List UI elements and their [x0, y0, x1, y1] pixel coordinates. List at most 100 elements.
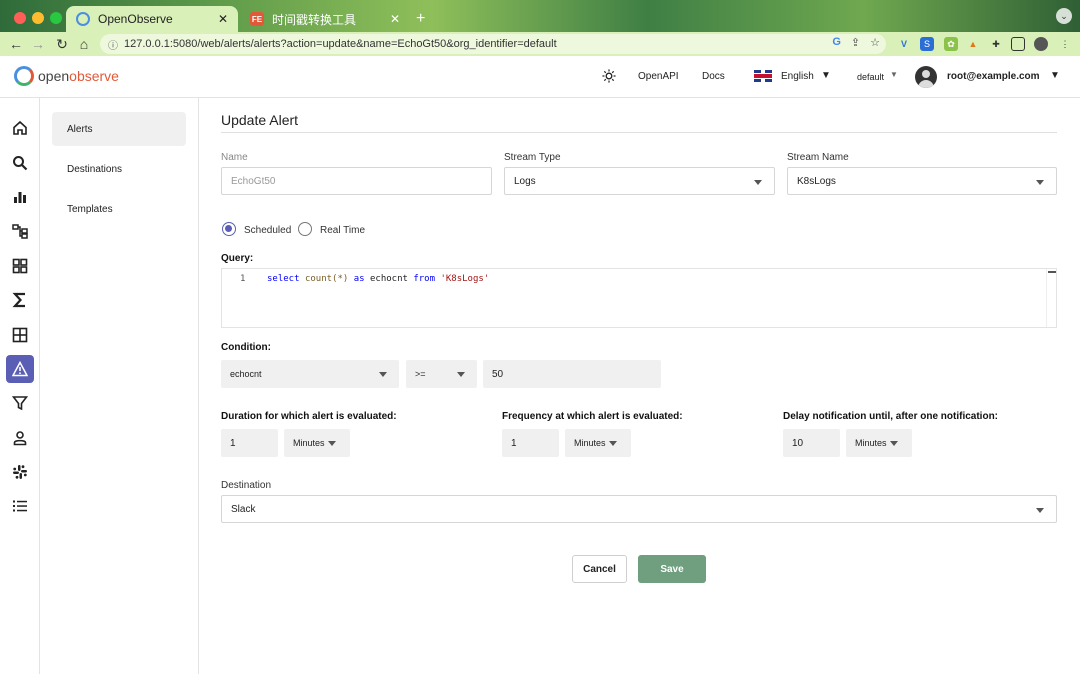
subnav-item-alerts[interactable]: Alerts	[52, 112, 186, 146]
s-extension-icon[interactable]: S	[920, 37, 934, 51]
reload-icon[interactable]: ↻	[54, 36, 70, 53]
nav-functions-sigma-icon[interactable]	[6, 286, 34, 314]
user-caret-icon[interactable]: ▼	[1050, 70, 1060, 81]
editor-scrollbar[interactable]	[1046, 269, 1056, 327]
condition-operator-value: >=	[415, 369, 426, 379]
new-tab-button[interactable]: +	[416, 10, 425, 28]
condition-operator-select[interactable]: >=	[406, 360, 477, 388]
frequency-unit-select[interactable]: Minutes	[565, 429, 631, 457]
delay-unit-value: Minutes	[855, 438, 887, 448]
nav-list-icon[interactable]	[6, 492, 34, 520]
destination-value: Slack	[231, 503, 256, 515]
chevron-down-icon	[1036, 508, 1044, 513]
openobserve-favicon	[76, 12, 90, 26]
user-avatar[interactable]	[915, 66, 937, 88]
stream-name-value: K8sLogs	[797, 175, 836, 187]
openobserve-logo[interactable]: open observe	[14, 66, 119, 86]
chevron-down-icon	[609, 441, 617, 446]
duration-label: Duration for which alert is evaluated:	[221, 411, 397, 422]
nav-alerts-warning-icon[interactable]	[6, 355, 34, 383]
docs-link[interactable]: Docs	[702, 71, 725, 82]
tab-search-chevron-icon[interactable]: ⌄	[1056, 8, 1072, 24]
destination-select[interactable]: Slack	[221, 495, 1057, 523]
duration-input[interactable]: 1	[221, 429, 278, 457]
back-arrow-icon[interactable]: ←	[8, 36, 24, 52]
main-nav-rail	[0, 98, 40, 674]
profile-avatar-icon[interactable]	[1034, 37, 1048, 51]
stream-name-select[interactable]: K8sLogs	[787, 167, 1057, 195]
theme-toggle-sun-icon[interactable]	[602, 69, 616, 83]
save-button[interactable]: Save	[638, 555, 706, 583]
duration-unit-select[interactable]: Minutes	[284, 429, 350, 457]
forward-arrow-icon[interactable]: →	[30, 36, 46, 52]
condition-value-input[interactable]: 50	[483, 360, 661, 388]
condition-column-select[interactable]: echocnt	[221, 360, 399, 388]
share-icon[interactable]: ⇪	[851, 36, 860, 49]
close-window-button[interactable]	[14, 12, 26, 24]
query-code: select count(*) as echocnt from 'K8sLogs…	[267, 274, 490, 284]
nav-search-icon[interactable]	[6, 149, 34, 177]
stream-type-select[interactable]: Logs	[504, 167, 775, 195]
delay-input[interactable]: 10	[783, 429, 840, 457]
duration-value: 1	[230, 437, 236, 449]
scheduled-label[interactable]: Scheduled	[244, 225, 291, 236]
chevron-down-icon	[328, 441, 336, 446]
vue-extension-icon[interactable]: V	[897, 37, 911, 51]
frequency-value: 1	[511, 437, 517, 449]
sidepanel-icon[interactable]	[1011, 37, 1025, 51]
browser-menu-icon[interactable]: ⋮	[1058, 37, 1072, 51]
close-tab-icon[interactable]: ✕	[218, 12, 228, 26]
app-header: open observe OpenAPI Docs English ▼ defau…	[0, 56, 1080, 98]
page-title: Update Alert	[221, 112, 299, 128]
browser-tab-timestamp[interactable]: FE 时间戳转换工具 ✕	[240, 6, 410, 32]
nav-metrics-bar-icon[interactable]	[6, 183, 34, 211]
maximize-window-button[interactable]	[50, 12, 62, 24]
chevron-down-icon	[1036, 180, 1044, 185]
close-tab-icon[interactable]: ✕	[390, 12, 400, 26]
green-extension-icon[interactable]: ✿	[944, 37, 958, 51]
org-select[interactable]: default	[857, 72, 884, 82]
openapi-link[interactable]: OpenAPI	[638, 71, 679, 82]
nav-home-icon[interactable]	[6, 114, 34, 142]
title-divider	[221, 132, 1057, 133]
destination-label: Destination	[221, 480, 272, 491]
scheduled-radio[interactable]	[222, 222, 236, 236]
logo-text-observe: observe	[69, 68, 119, 84]
language-caret-icon[interactable]: ▼	[821, 70, 831, 81]
url-input[interactable]: ⓘ 127.0.0.1:5080/web/alerts/alerts?actio…	[100, 34, 886, 54]
nav-traces-icon[interactable]	[6, 217, 34, 245]
tab-title: 时间戳转换工具	[272, 12, 357, 27]
site-info-icon[interactable]: ⓘ	[108, 37, 118, 52]
nav-slack-icon[interactable]	[6, 458, 34, 486]
user-menu[interactable]: root@example.com	[947, 71, 1040, 82]
frequency-input[interactable]: 1	[502, 429, 559, 457]
nav-dashboards-icon[interactable]	[6, 252, 34, 280]
subnav-item-templates[interactable]: Templates	[52, 192, 186, 226]
nav-ingestion-filter-icon[interactable]	[6, 389, 34, 417]
extensions-puzzle-icon[interactable]: ✚	[989, 37, 1003, 51]
home-icon[interactable]: ⌂	[76, 36, 92, 52]
query-editor[interactable]: 1 select count(*) as echocnt from 'K8sLo…	[221, 268, 1057, 328]
fe-favicon: FE	[250, 12, 264, 26]
nav-users-person-icon[interactable]	[6, 424, 34, 452]
browser-titlebar: OpenObserve ✕ FE 时间戳转换工具 ✕ + ⌄	[0, 0, 1080, 32]
cancel-button[interactable]: Cancel	[572, 555, 627, 583]
delay-unit-select[interactable]: Minutes	[846, 429, 912, 457]
url-text: 127.0.0.1:5080/web/alerts/alerts?action=…	[124, 38, 557, 50]
bookmark-star-icon[interactable]: ☆	[870, 36, 880, 49]
browser-tab-openobserve[interactable]: OpenObserve ✕	[66, 6, 238, 32]
delay-value: 10	[792, 437, 804, 449]
subnav-item-destinations[interactable]: Destinations	[52, 152, 186, 186]
condition-column-value: echocnt	[230, 369, 262, 379]
name-value: EchoGt50	[231, 175, 276, 187]
google-icon[interactable]: G	[832, 36, 841, 49]
nav-streams-grid-icon[interactable]	[6, 321, 34, 349]
org-caret-icon[interactable]: ▼	[890, 70, 898, 79]
metamask-extension-icon[interactable]: ▲	[966, 37, 980, 51]
minimize-window-button[interactable]	[32, 12, 44, 24]
browser-toolbar: ← → ↻ ⌂ ⓘ 127.0.0.1:5080/web/alerts/aler…	[0, 32, 1080, 56]
alerts-subnav: Alerts Destinations Templates	[40, 98, 199, 674]
language-select[interactable]: English	[781, 71, 814, 82]
realtime-radio[interactable]	[298, 222, 312, 236]
realtime-label[interactable]: Real Time	[320, 225, 365, 236]
